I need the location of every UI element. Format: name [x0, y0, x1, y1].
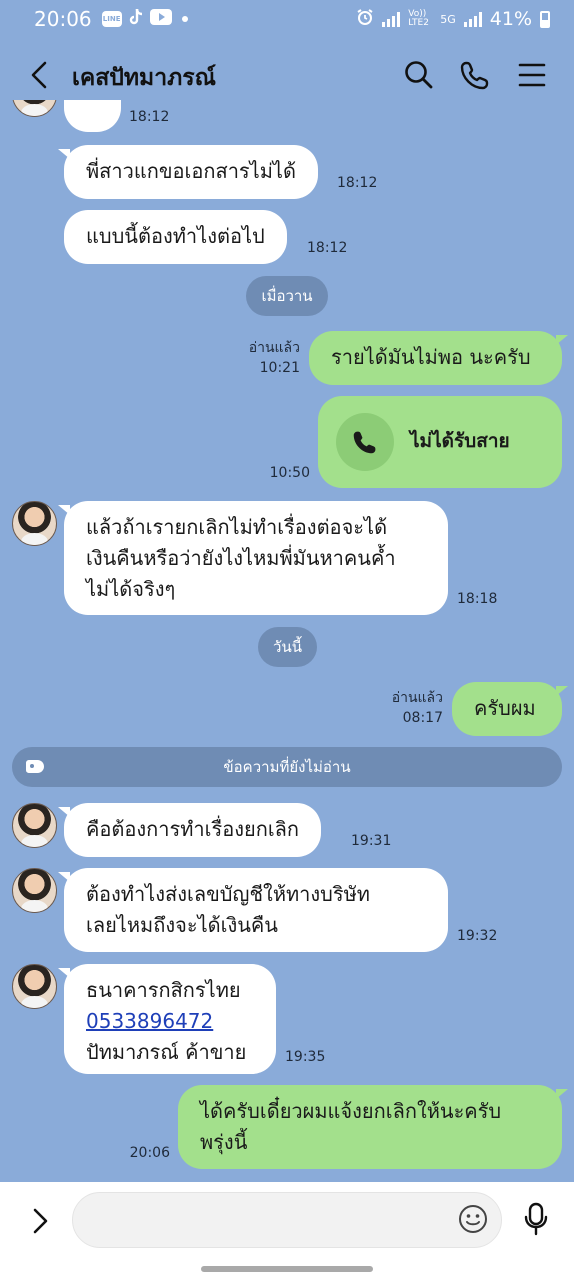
home-indicator[interactable] — [201, 1266, 373, 1272]
message-text: คือต้องการทำเรื่องยกเลิก — [86, 817, 300, 841]
battery-percent: 41% — [489, 8, 532, 30]
network-type: 5G — [440, 12, 456, 26]
emoji-icon — [459, 1205, 487, 1233]
back-chevron-icon — [31, 61, 47, 89]
date-separator: เมื่อวาน — [246, 276, 328, 316]
message-time: 20:06 — [129, 1145, 170, 1161]
message-text-line: พรุ่งนี้ — [200, 1130, 248, 1154]
call-button[interactable] — [458, 58, 492, 92]
message-input[interactable] — [72, 1192, 502, 1248]
unread-divider: ข้อความที่ยังไม่อ่าน — [12, 747, 562, 787]
message-time: 08:17 — [402, 710, 443, 726]
voice-button[interactable] — [518, 1200, 554, 1238]
dot-indicator-icon — [181, 16, 188, 22]
missed-call-bubble[interactable]: ไม่ได้รับสาย — [318, 396, 562, 488]
phone-icon — [460, 61, 489, 90]
message-time: 18:12 — [337, 175, 378, 191]
contact-avatar[interactable] — [12, 964, 57, 1009]
message-text-line: ปัทมาภรณ์ ค้าขาย — [86, 1040, 247, 1064]
phone-icon — [353, 431, 376, 454]
message-list[interactable]: 18:12 พี่สาวแกขอเอกสารไม่ได้ 18:12 แบบนี… — [0, 100, 574, 1182]
message-time: 18:12 — [129, 109, 170, 125]
back-button[interactable] — [22, 58, 56, 92]
message-bubble-incoming[interactable]: แบบนี้ต้องทำไงต่อไป — [64, 210, 287, 264]
message-text-line: ต้องทำไงส่งเลขบัญชีให้ทางบริษัท — [86, 882, 370, 906]
message-time: 10:21 — [259, 360, 300, 376]
message-bubble-outgoing[interactable]: ครับผม — [452, 682, 568, 736]
message-bubble-incoming[interactable]: ต้องทำไงส่งเลขบัญชีให้ทางบริษัท เลยไหมถึ… — [58, 868, 448, 952]
line-app-icon: LINE — [101, 11, 122, 27]
contact-avatar[interactable] — [12, 868, 57, 913]
message-bubble-incoming[interactable]: แล้วถ้าเรายกเลิกไม่ทำเรื่องต่อจะได้ เงิน… — [58, 501, 448, 615]
message-time: 19:35 — [285, 1049, 326, 1065]
message-text-line: ธนาคารกสิกรไทย — [86, 978, 241, 1002]
message-text-line: ไม่ได้จริงๆ — [86, 577, 176, 601]
battery-icon — [540, 10, 550, 28]
message-bubble-outgoing[interactable]: รายได้มันไม่พอ นะครับ — [309, 331, 568, 385]
network-label: Vo)) LTE2 — [408, 9, 429, 28]
message-bubble-outgoing[interactable]: ได้ครับเดี๋ยวผมแจ้งยกเลิกให้นะครับ พรุ่ง… — [178, 1085, 568, 1169]
call-status: ไม่ได้รับสาย — [410, 430, 510, 452]
message-bubble-partial[interactable] — [64, 100, 121, 132]
status-bar: 20:06 LINE Vo)) LTE2 5G 41% — [0, 0, 574, 38]
account-number-link[interactable]: 0533896472 — [86, 1006, 254, 1037]
search-icon — [405, 61, 433, 89]
tag-icon — [26, 760, 44, 773]
expand-button[interactable] — [24, 1204, 58, 1238]
read-receipt: อ่านแล้ว 08:17 — [387, 688, 443, 728]
emoji-button[interactable] — [457, 1203, 489, 1235]
notification-icons: LINE — [101, 8, 188, 31]
call-circle — [336, 413, 394, 471]
read-label: อ่านแล้ว — [391, 690, 443, 706]
alarm-icon — [356, 8, 374, 30]
message-time: 19:31 — [351, 833, 392, 849]
message-text: แบบนี้ต้องทำไงต่อไป — [86, 224, 265, 248]
message-text-line: แล้วถ้าเรายกเลิกไม่ทำเรื่องต่อจะได้ — [86, 515, 388, 539]
search-button[interactable] — [402, 58, 436, 92]
date-separator: วันนี้ — [258, 627, 317, 667]
message-text: ครับผม — [474, 696, 536, 720]
message-text-line: เลยไหมถึงจะได้เงินคืน — [86, 913, 278, 937]
contact-avatar[interactable] — [12, 100, 57, 117]
signal-icon — [382, 11, 401, 27]
contact-avatar[interactable] — [12, 501, 57, 546]
signal-icon-2 — [463, 11, 482, 27]
message-time: 10:50 — [269, 465, 310, 481]
message-text: พี่สาวแกขอเอกสารไม่ได้ — [86, 159, 296, 183]
contact-avatar[interactable] — [12, 803, 57, 848]
unread-label: ข้อความที่ยังไม่อ่าน — [223, 758, 351, 776]
menu-icon — [518, 63, 546, 87]
message-time: 19:32 — [457, 928, 498, 944]
read-receipt: อ่านแล้ว 10:21 — [244, 338, 300, 378]
chat-title: เคสปัทมาภรณ์ — [72, 65, 216, 91]
status-time: 20:06 — [34, 7, 92, 31]
read-label: อ่านแล้ว — [248, 340, 300, 356]
message-time: 18:18 — [457, 591, 498, 607]
message-bubble-incoming[interactable]: พี่สาวแกขอเอกสารไม่ได้ — [58, 145, 318, 199]
message-bubble-incoming[interactable]: ธนาคารกสิกรไทย 0533896472 ปัทมาภรณ์ ค้าข… — [58, 964, 276, 1074]
message-text-line: เงินคืนหรือว่ายังไงไหมพี่มันหาคนค้ำ — [86, 546, 396, 570]
tiktok-icon — [128, 8, 144, 31]
youtube-icon — [149, 8, 172, 30]
expand-chevron-icon — [33, 1208, 48, 1234]
message-time: 18:12 — [307, 240, 348, 256]
message-text: รายได้มันไม่พอ นะครับ — [331, 345, 531, 369]
message-bubble-incoming[interactable]: คือต้องการทำเรื่องยกเลิก — [57, 803, 322, 857]
menu-button[interactable] — [515, 58, 549, 92]
microphone-icon — [524, 1202, 548, 1236]
message-text-line: ได้ครับเดี๋ยวผมแจ้งยกเลิกให้นะครับ — [200, 1099, 502, 1123]
